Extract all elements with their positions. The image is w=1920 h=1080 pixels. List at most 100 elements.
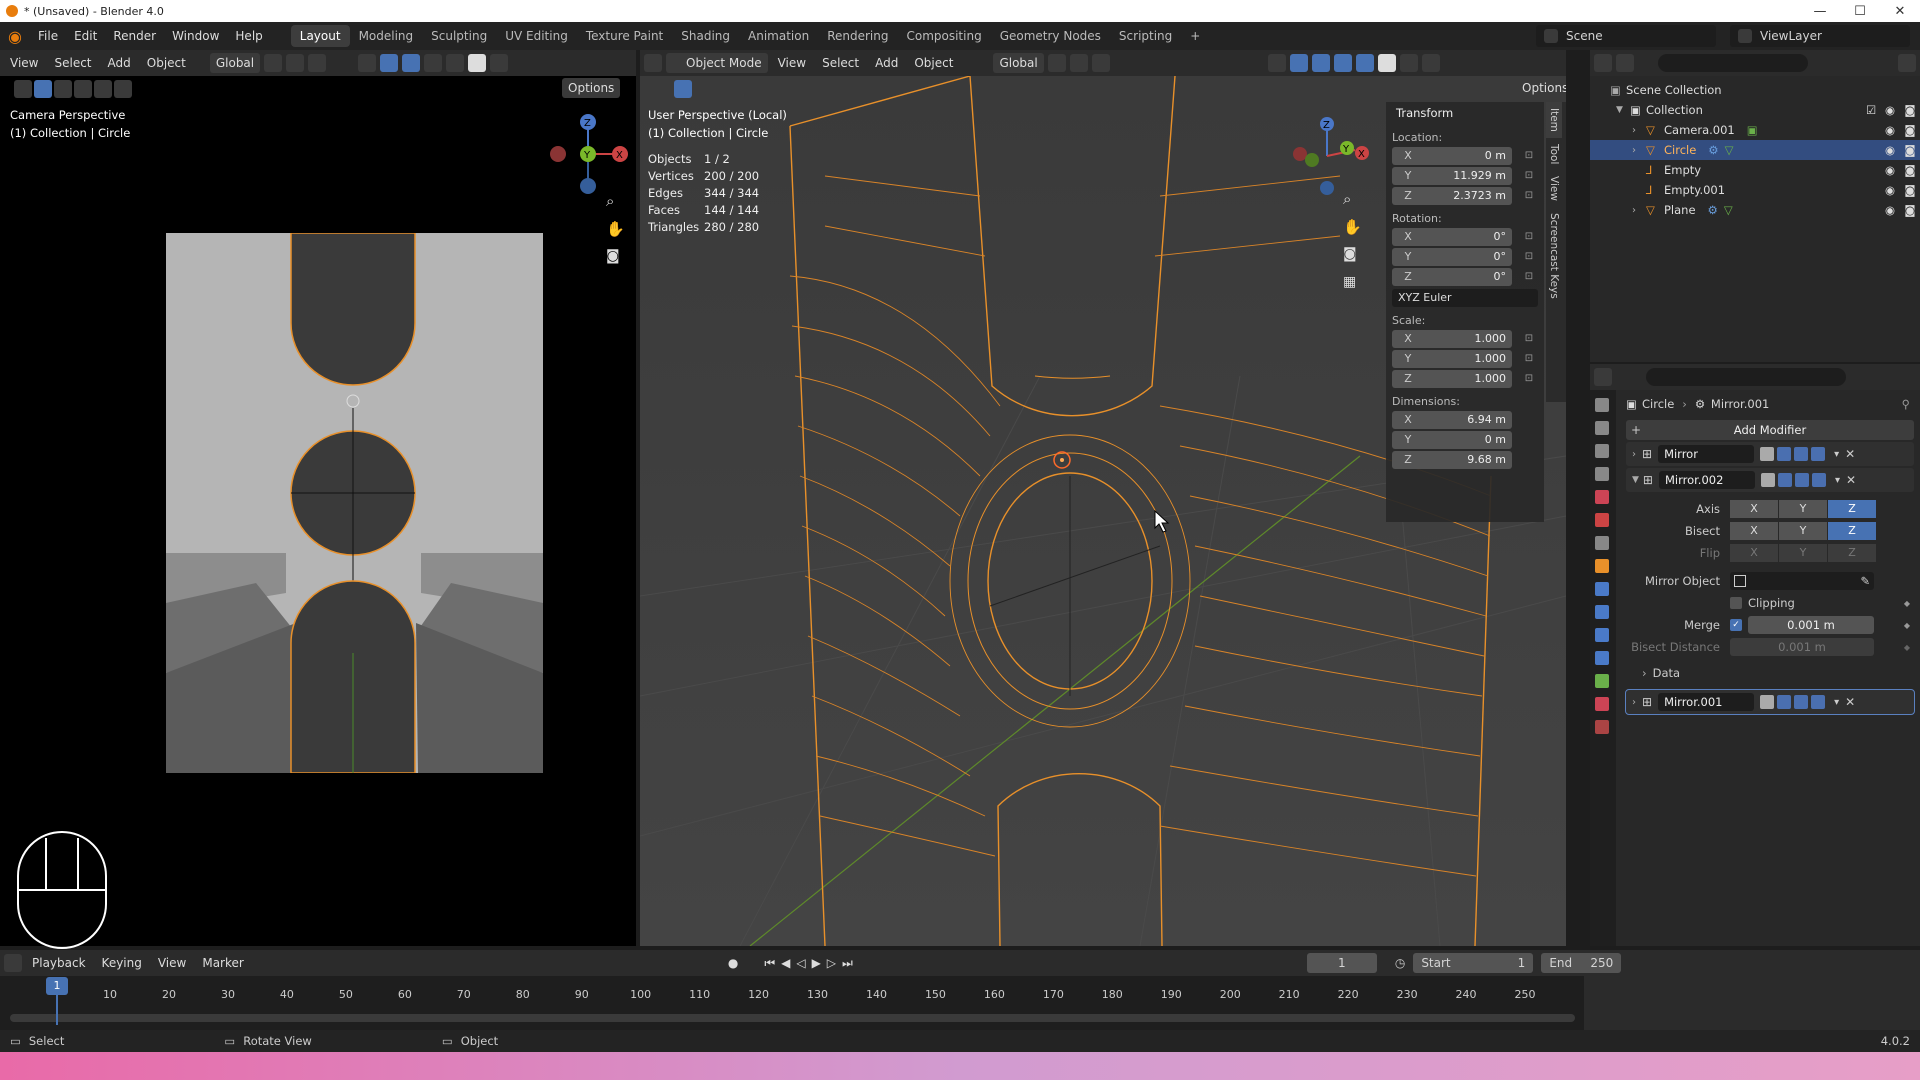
main-viewport[interactable]: Object Mode View Select Add Object Globa… (640, 50, 1566, 946)
physics-tab-icon[interactable] (1594, 628, 1609, 642)
outliner-item-camera-001[interactable]: › ▽ Camera.001 ▣ ◉ ◙ (1590, 120, 1920, 140)
tab-uv-editing[interactable]: UV Editing (496, 25, 577, 47)
bisect-x-toggle[interactable]: X (1730, 522, 1778, 540)
location-field[interactable]: 11.929 m (1424, 166, 1512, 185)
menu-help[interactable]: Help (227, 22, 270, 50)
main-select-subtract-icon[interactable] (714, 80, 732, 98)
render-toggle-icon[interactable] (1811, 447, 1826, 461)
modifier-delete-icon[interactable]: ✕ (1845, 695, 1855, 709)
overlay-icon[interactable] (402, 54, 421, 72)
solid-shading-icon[interactable] (468, 54, 487, 72)
main-select-box-icon[interactable] (674, 80, 692, 98)
tab-texture-paint[interactable]: Texture Paint (577, 25, 672, 47)
lock-icon[interactable]: ⊡ (1520, 271, 1538, 282)
modifier-delete-icon[interactable]: ✕ (1845, 447, 1855, 461)
gizmo-icon[interactable] (380, 54, 399, 72)
eye-icon[interactable]: ◉ (1880, 123, 1900, 137)
playhead-frame-marker[interactable]: 1 (46, 977, 68, 995)
pivot-icon[interactable] (264, 54, 283, 72)
edit-mode-toggle-icon[interactable] (1760, 695, 1775, 709)
left-menu-object[interactable]: Object (141, 53, 192, 73)
close-icon[interactable]: ✕ (1880, 0, 1920, 22)
zoom-icon[interactable]: ⌕ (606, 192, 614, 210)
camera-viewport[interactable]: View Select Add Object Global Options Ca… (0, 50, 636, 949)
main-select-invert-icon[interactable] (734, 80, 752, 98)
outliner-editor-icon[interactable] (1594, 54, 1612, 72)
main-material-icon[interactable] (1399, 54, 1418, 72)
cage-toggle-icon[interactable] (1777, 447, 1792, 461)
constraints-tab-icon[interactable] (1594, 651, 1609, 665)
modifier-mirror-002[interactable]: ▼ ⊞ Mirror.002 ▾ ✕ (1626, 468, 1914, 492)
wireframe-shading-icon[interactable] (446, 54, 465, 72)
view-layer-selector[interactable]: ViewLayer (1730, 25, 1910, 47)
main-pan-hand-icon[interactable]: ✋ (1343, 218, 1362, 236)
left-navigation-gizmo[interactable]: Z X Y (540, 106, 630, 196)
clipping-keyframe-icon[interactable]: ◆ (1904, 599, 1910, 608)
timeline-menu-view[interactable]: View (152, 953, 192, 973)
scene-selector[interactable]: Scene (1536, 25, 1716, 47)
tab-rendering[interactable]: Rendering (818, 25, 897, 47)
scale-field[interactable]: 1.000 (1424, 329, 1512, 348)
main-gizmo-icon[interactable] (1289, 54, 1308, 72)
lock-icon[interactable]: ⊡ (1520, 251, 1538, 262)
snap-icon[interactable] (286, 54, 305, 72)
collection-camera-icon[interactable]: ◙ (1900, 103, 1920, 117)
axis-y-toggle[interactable]: Y (1779, 500, 1827, 518)
world-tab-icon[interactable] (1594, 513, 1609, 527)
bisect-keyframe-icon[interactable]: ◆ (1904, 643, 1910, 652)
render-camera-icon[interactable]: ◙ (1900, 143, 1920, 157)
main-menu-select[interactable]: Select (816, 53, 865, 73)
bisect-y-toggle[interactable]: Y (1779, 522, 1827, 540)
eye-icon[interactable]: ◉ (1880, 203, 1900, 217)
render-toggle-icon[interactable] (1811, 473, 1826, 487)
timeline-scrollbar[interactable] (10, 1014, 1575, 1022)
left-menu-select[interactable]: Select (48, 53, 97, 73)
camera-data-icon[interactable]: ▣ (1747, 123, 1758, 137)
add-workspace-icon[interactable]: + (1181, 25, 1209, 47)
bisect-distance-field[interactable]: 0.001 m (1730, 638, 1874, 656)
camera-view-icon[interactable]: ◙ (606, 248, 620, 264)
collection-row[interactable]: ▼ ▣ Collection ☑ ◉ ◙ (1590, 100, 1920, 120)
tab-view[interactable]: View (1546, 170, 1562, 207)
tab-geometry-nodes[interactable]: Geometry Nodes (991, 25, 1110, 47)
end-frame-field[interactable]: End 250 (1541, 953, 1622, 973)
main-select-extend-icon[interactable] (694, 80, 712, 98)
select-intersect-icon[interactable] (114, 80, 132, 98)
outliner-item-empty[interactable]: ⅃ Empty ◉ ◙ (1590, 160, 1920, 180)
outliner-item-plane[interactable]: › ▽ Plane ⚙ ▽ ◉ ◙ (1590, 200, 1920, 220)
eye-icon[interactable]: ◉ (1880, 163, 1900, 177)
dimensions-field[interactable]: 6.94 m (1424, 410, 1512, 429)
lock-icon[interactable]: ⊡ (1520, 170, 1538, 181)
select-tool-icon[interactable] (14, 80, 32, 98)
tab-animation[interactable]: Animation (739, 25, 818, 47)
rotation-field[interactable]: 0° (1424, 227, 1512, 246)
viewport-toggle-icon[interactable] (1794, 473, 1809, 487)
scene-collection-row[interactable]: ▣ Scene Collection (1590, 80, 1920, 100)
merge-distance-field[interactable]: 0.001 m (1748, 616, 1874, 634)
collection-tab-icon[interactable] (1594, 536, 1609, 550)
flip-x-toggle[interactable]: X (1730, 544, 1778, 562)
main-solid-icon[interactable] (1377, 54, 1396, 72)
render-tab-icon[interactable] (1594, 421, 1609, 435)
expand-chevron-icon[interactable]: › (1632, 125, 1646, 136)
left-orientation-dropdown[interactable]: Global (209, 53, 261, 73)
modifier-menu-icon[interactable]: ▾ (1834, 449, 1839, 460)
main-select-intersect-icon[interactable] (754, 80, 772, 98)
start-frame-field[interactable]: Start 1 (1413, 953, 1534, 973)
main-menu-add[interactable]: Add (869, 53, 904, 73)
tab-shading[interactable]: Shading (672, 25, 739, 47)
lock-icon[interactable]: ⊡ (1520, 150, 1538, 161)
properties-search-input[interactable] (1646, 368, 1846, 386)
record-icon[interactable]: ● (728, 956, 738, 970)
render-camera-icon[interactable]: ◙ (1900, 203, 1920, 217)
eye-icon[interactable]: ◉ (1880, 183, 1900, 197)
dimensions-field[interactable]: 9.68 m (1424, 450, 1512, 469)
texture-tab-icon[interactable] (1594, 720, 1609, 734)
location-field[interactable]: 2.3723 m (1424, 186, 1512, 205)
lock-icon[interactable]: ⊡ (1520, 353, 1538, 364)
outliner-search-input[interactable] (1658, 54, 1808, 72)
lock-icon[interactable]: ⊡ (1520, 231, 1538, 242)
mirror-object-field[interactable]: ✎ (1730, 572, 1874, 590)
main-overlay-icon[interactable] (1311, 54, 1330, 72)
bisect-z-toggle[interactable]: Z (1828, 522, 1876, 540)
